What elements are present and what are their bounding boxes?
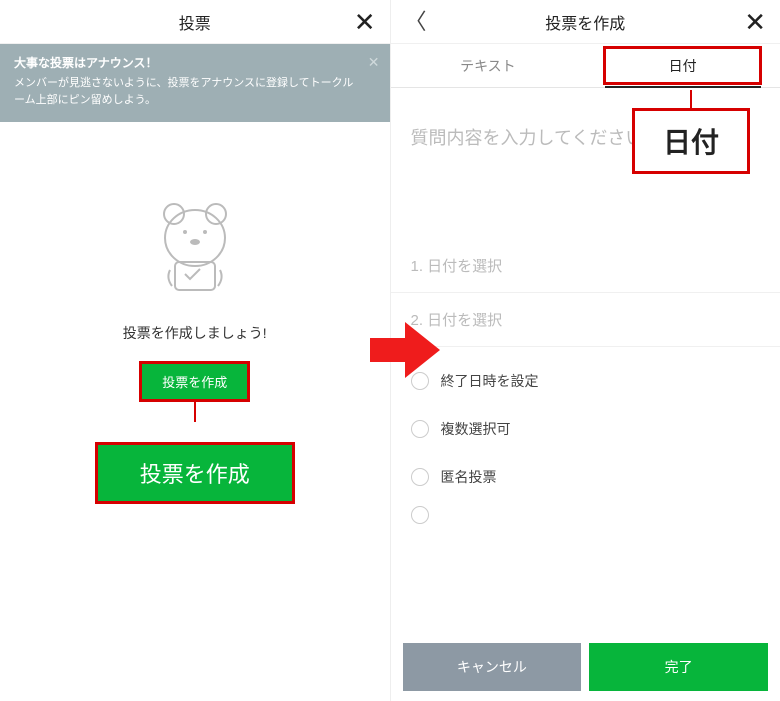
- empty-prompt: 投票を作成しましょう!: [123, 323, 267, 343]
- poll-type-tabs: テキスト 日付: [391, 44, 780, 88]
- banner-close-icon[interactable]: ✕: [368, 52, 380, 73]
- date-option-1[interactable]: 1. 日付を選択: [391, 239, 780, 293]
- setting-label: 複数選択可: [441, 419, 511, 439]
- annotation-connector: [194, 402, 196, 422]
- tab-date[interactable]: 日付: [585, 44, 780, 87]
- header-title: 投票: [179, 10, 211, 34]
- tab-text[interactable]: テキスト: [391, 44, 586, 87]
- close-icon[interactable]: ✕: [744, 9, 766, 35]
- setting-label: 匿名投票: [441, 467, 497, 487]
- create-poll-callout: 投票を作成: [95, 442, 295, 504]
- create-poll-screen: 〈 投票を作成 ✕ テキスト 日付 日付 1. 日付を選択 2. 日付を選択 終…: [391, 0, 780, 701]
- done-button[interactable]: 完了: [589, 643, 768, 691]
- create-poll-button[interactable]: 投票を作成: [139, 361, 250, 402]
- date-callout: 日付: [632, 108, 750, 174]
- bear-icon: [150, 200, 240, 305]
- radio-empty-icon: [411, 420, 429, 438]
- annotation-connector: [690, 90, 692, 110]
- banner-body: メンバーが見逃さないように、投票をアナウンスに登録してトークルーム上部にピン留め…: [14, 75, 360, 108]
- header-title: 投票を作成: [545, 10, 625, 34]
- close-icon[interactable]: ✕: [354, 9, 376, 35]
- bottom-bar: キャンセル 完了: [391, 643, 780, 691]
- date-options: 1. 日付を選択 2. 日付を選択: [391, 239, 780, 347]
- arrow-icon: [370, 320, 440, 385]
- date-option-2[interactable]: 2. 日付を選択: [391, 293, 780, 347]
- poll-settings: 終了日時を設定 複数選択可 匿名投票: [391, 357, 780, 529]
- setting-deadline[interactable]: 終了日時を設定: [391, 357, 780, 405]
- setting-multi[interactable]: 複数選択可: [391, 405, 780, 453]
- cancel-button[interactable]: キャンセル: [403, 643, 582, 691]
- header: 〈 投票を作成 ✕: [391, 0, 780, 44]
- header: 投票 ✕: [0, 0, 390, 44]
- tab-date-label: 日付: [669, 56, 697, 76]
- poll-list-screen: 投票 ✕ 大事な投票はアナウンス！ メンバーが見逃さないように、投票をアナウンス…: [0, 0, 391, 701]
- radio-empty-icon: [411, 506, 429, 524]
- empty-state: 投票を作成しましょう! 投票を作成 投票を作成: [0, 200, 390, 504]
- setting-cutoff[interactable]: [391, 501, 780, 529]
- setting-anon[interactable]: 匿名投票: [391, 453, 780, 501]
- announce-banner: 大事な投票はアナウンス！ メンバーが見逃さないように、投票をアナウンスに登録して…: [0, 44, 390, 122]
- radio-empty-icon: [411, 468, 429, 486]
- setting-label: 終了日時を設定: [441, 371, 539, 391]
- banner-title: 大事な投票はアナウンス！: [14, 54, 360, 72]
- back-icon[interactable]: 〈: [405, 11, 427, 33]
